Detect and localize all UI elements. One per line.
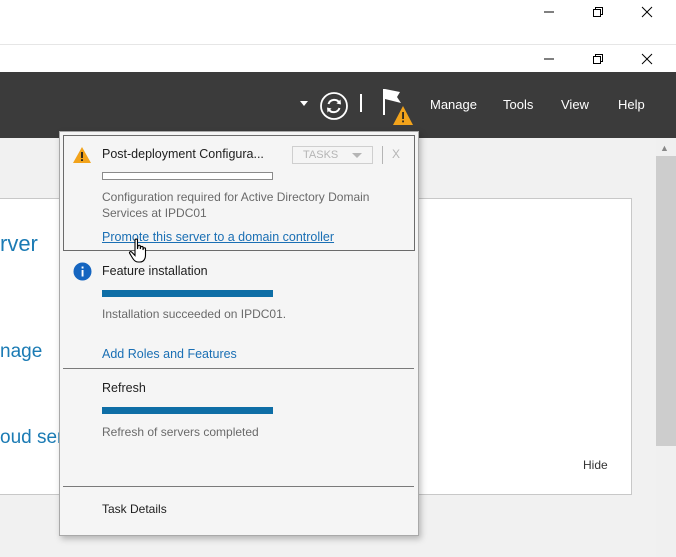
inner-restore-button[interactable] — [575, 47, 621, 71]
add-roles-features-link[interactable]: Add Roles and Features — [102, 347, 237, 361]
inner-minimize-button[interactable] — [526, 47, 572, 71]
refresh-icon[interactable] — [319, 91, 349, 121]
hand-cursor-icon — [128, 238, 147, 263]
task-details-link[interactable]: Task Details — [102, 502, 167, 516]
manage-link-fragment[interactable]: nage — [0, 341, 42, 363]
inner-close-button[interactable] — [624, 47, 670, 71]
outer-minimize-button[interactable] — [526, 0, 572, 24]
inner-window-titlebar — [0, 44, 676, 72]
notification-message: Installation succeeded on IPDC01. — [102, 307, 287, 321]
warning-icon — [73, 147, 91, 163]
notification-title: Feature installation — [102, 264, 208, 278]
close-icon — [641, 6, 653, 18]
divider — [63, 368, 414, 369]
notification-flag-icon[interactable] — [381, 86, 415, 128]
hide-link[interactable]: Hide — [583, 458, 608, 472]
tasks-label: TASKS — [303, 149, 339, 161]
chevron-down-icon[interactable] — [300, 101, 308, 106]
close-icon — [641, 53, 653, 65]
outer-restore-button[interactable] — [575, 0, 621, 24]
restore-icon — [593, 7, 603, 17]
menu-tools[interactable]: Tools — [503, 97, 533, 112]
restore-icon — [593, 54, 603, 64]
menu-view[interactable]: View — [561, 97, 589, 112]
scrollbar-thumb[interactable] — [656, 156, 676, 446]
info-icon — [73, 262, 92, 281]
divider — [63, 486, 414, 487]
notification-title: Post-deployment Configura... — [102, 147, 264, 161]
chevron-down-icon — [352, 153, 362, 158]
notification-message: Refresh of servers completed — [102, 425, 259, 439]
menu-manage[interactable]: Manage — [430, 97, 477, 112]
minimize-icon — [544, 58, 554, 60]
outer-close-button[interactable] — [624, 0, 670, 24]
cloud-link-fragment[interactable]: oud ser — [0, 427, 63, 449]
close-notification-button[interactable]: X — [392, 147, 400, 161]
notification-title: Refresh — [102, 381, 146, 395]
outer-window-titlebar — [0, 0, 676, 44]
progress-bar — [102, 172, 273, 180]
header-separator — [360, 94, 362, 112]
welcome-title-fragment: rver — [0, 231, 38, 256]
tasks-separator — [382, 146, 383, 164]
notification-message: Configuration required for Active Direct… — [102, 190, 370, 220]
progress-bar — [102, 407, 273, 414]
minimize-icon — [544, 11, 554, 13]
menu-help[interactable]: Help — [618, 97, 645, 112]
progress-bar — [102, 290, 273, 297]
scroll-up-icon[interactable]: ▲ — [660, 143, 669, 153]
